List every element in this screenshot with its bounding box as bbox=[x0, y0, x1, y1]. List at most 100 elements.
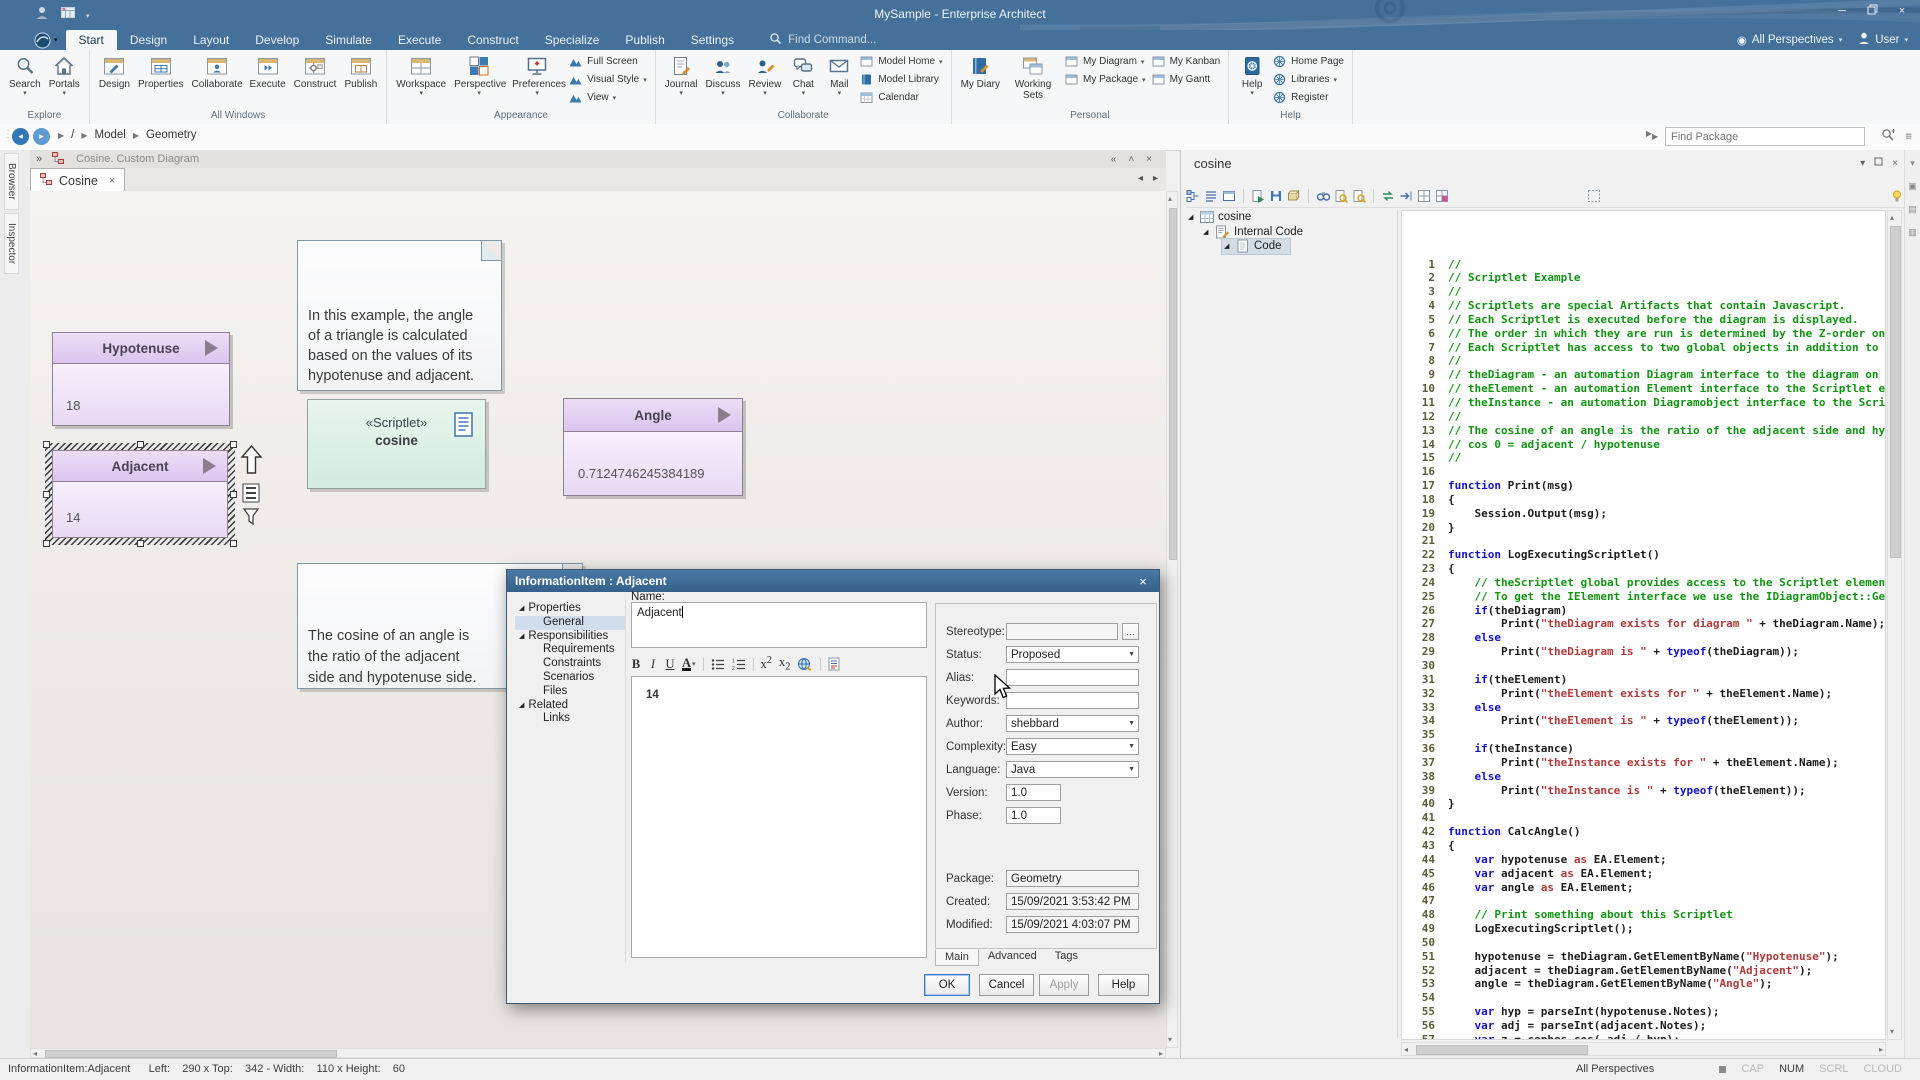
expand-icon[interactable]: ▶ bbox=[1652, 132, 1658, 141]
dock-panel-icon[interactable]: ▤ bbox=[1908, 204, 1917, 215]
field-input[interactable]: Geometry ▼ bbox=[1006, 870, 1139, 887]
resize-handle[interactable] bbox=[230, 540, 237, 547]
tab-scroll-left-icon[interactable]: ◂ bbox=[1138, 173, 1143, 184]
panel-restore-icon[interactable] bbox=[1874, 157, 1883, 169]
apply-button[interactable]: Apply bbox=[1039, 974, 1089, 996]
ribbon-button[interactable]: Perspective ▾ bbox=[450, 52, 508, 99]
ribbon-tab[interactable]: Specialize bbox=[532, 30, 613, 50]
toolbar-icon[interactable] bbox=[1186, 189, 1200, 203]
element-angle[interactable]: Angle 0.7124746245384189 bbox=[563, 398, 743, 496]
ribbon-menu-item[interactable]: View ▾ bbox=[569, 90, 647, 105]
close-icon[interactable]: × bbox=[1146, 154, 1152, 165]
toolbar-icon[interactable] bbox=[1316, 189, 1330, 203]
field-input[interactable]: 1.0 ▼ bbox=[1006, 807, 1061, 824]
dock-panel-icon[interactable]: ▥ bbox=[1908, 227, 1917, 238]
ribbon-menu-item[interactable]: Model Library ▾ bbox=[860, 72, 942, 87]
ribbon-menu-item[interactable]: Register ▾ bbox=[1273, 90, 1344, 105]
toolbar-icon[interactable] bbox=[1352, 189, 1366, 203]
restore-button[interactable] bbox=[1864, 4, 1880, 18]
chevrons-icon[interactable]: » bbox=[36, 153, 42, 165]
forward-button[interactable]: ▸ bbox=[33, 128, 50, 145]
cancel-button[interactable]: Cancel bbox=[979, 974, 1034, 996]
code-editor[interactable]: 1//2// Scriptlet Example3//4// Scriptlet… bbox=[1401, 210, 1886, 1040]
menu-icon[interactable]: ≡ bbox=[1905, 131, 1912, 143]
toolbar-icon[interactable] bbox=[1381, 189, 1395, 203]
user-menu[interactable]: User ▾ bbox=[1858, 32, 1908, 48]
dock-tab[interactable]: Browser bbox=[4, 153, 19, 210]
ribbon-tab[interactable]: Publish bbox=[612, 30, 677, 50]
format-icon[interactable]: 12 bbox=[732, 658, 746, 671]
editor-horizontal-scrollbar[interactable]: ◂ ▸ bbox=[1401, 1042, 1886, 1056]
format-icon[interactable] bbox=[703, 658, 704, 671]
ribbon-button[interactable]: Preferences ▾ bbox=[508, 52, 566, 99]
ribbon-tab[interactable]: Construct bbox=[454, 30, 531, 50]
field-input[interactable]: ▼ bbox=[1006, 623, 1118, 640]
field-input[interactable]: Easy ▼ bbox=[1006, 738, 1139, 755]
browse-button[interactable]: … bbox=[1122, 623, 1139, 640]
ribbon-tab[interactable]: Start bbox=[66, 30, 117, 50]
dock-pin-icon[interactable]: ▾ bbox=[1910, 158, 1915, 169]
tab-scroll-right-icon[interactable]: ▸ bbox=[1153, 173, 1158, 184]
dialog-tree-item[interactable]: Scenarios bbox=[515, 671, 625, 685]
dialog-tab[interactable]: Main bbox=[935, 949, 979, 966]
toolbar-icon[interactable] bbox=[1417, 189, 1431, 203]
ribbon-button[interactable]: Design ▾ bbox=[95, 52, 134, 92]
dock-tab[interactable]: Inspector bbox=[4, 213, 19, 274]
dialog-tab[interactable]: Tags bbox=[1046, 949, 1087, 964]
tree-item[interactable]: ◢ Internal Code bbox=[1201, 225, 1311, 240]
ribbon-tab[interactable]: Design bbox=[117, 30, 180, 50]
dialog-tree-item[interactable]: Links bbox=[515, 712, 625, 726]
ribbon-menu-item[interactable]: Libraries ▾ bbox=[1273, 72, 1344, 87]
field-input[interactable]: 15/09/2021 4:03:07 PM ▼ bbox=[1006, 916, 1139, 933]
ribbon-tab[interactable]: Simulate bbox=[312, 30, 385, 50]
expander-icon[interactable]: ◢ bbox=[1224, 242, 1232, 250]
format-icon[interactable]: x2 bbox=[779, 655, 790, 673]
note-element[interactable]: In this example, the angle of a triangle… bbox=[297, 240, 502, 391]
dialog-tab[interactable]: Advanced bbox=[979, 949, 1046, 964]
selection-frame[interactable]: Adjacent 14 bbox=[45, 443, 235, 545]
close-tab-icon[interactable]: × bbox=[109, 175, 115, 187]
field-input[interactable]: ▼ bbox=[1006, 669, 1139, 686]
dropdown-arrow-icon[interactable]: ▼ bbox=[1128, 720, 1135, 727]
quicklinker-list-icon[interactable] bbox=[240, 483, 262, 508]
resize-handle[interactable] bbox=[43, 441, 50, 448]
find-command[interactable]: Find Command... bbox=[769, 30, 876, 50]
resize-handle[interactable] bbox=[230, 441, 237, 448]
ribbon-button[interactable]: Properties ▾ bbox=[134, 52, 188, 92]
search-package-icon[interactable] bbox=[1881, 128, 1895, 145]
format-icon[interactable] bbox=[828, 657, 840, 671]
toolbar-icon[interactable] bbox=[1435, 189, 1449, 203]
ribbon-tab[interactable]: Settings bbox=[678, 30, 747, 50]
dialog-tree-item[interactable]: General bbox=[515, 616, 625, 630]
ribbon-button[interactable]: Collaborate ▾ bbox=[188, 52, 246, 92]
format-icon[interactable] bbox=[820, 658, 821, 671]
ribbon-menu-item[interactable]: Calendar ▾ bbox=[860, 90, 942, 105]
dialog-tree-item[interactable]: ◢ Properties bbox=[515, 602, 625, 616]
ribbon-menu-item[interactable]: Model Home ▾ bbox=[860, 54, 942, 69]
expander-icon[interactable]: ◢ bbox=[1203, 228, 1211, 236]
format-icon[interactable] bbox=[711, 658, 725, 671]
diagram-tab[interactable]: Cosine × bbox=[30, 168, 125, 192]
resize-handle[interactable] bbox=[43, 491, 50, 498]
dialog-tree-item[interactable]: ◢ Responsibilities bbox=[515, 630, 625, 644]
dialog-tree-item[interactable]: Constraints bbox=[515, 657, 625, 671]
ok-button[interactable]: OK bbox=[924, 974, 970, 996]
ribbon-menu-item[interactable]: My Gantt ▾ bbox=[1152, 72, 1221, 87]
ribbon-button[interactable]: Chat ▾ bbox=[785, 52, 821, 99]
ribbon-button[interactable]: Construct ▾ bbox=[290, 52, 341, 92]
format-icon[interactable]: x2 bbox=[761, 655, 772, 672]
ribbon-menu-item[interactable]: Home Page ▾ bbox=[1273, 54, 1344, 69]
expander-icon[interactable]: ◢ bbox=[1188, 213, 1196, 221]
breadcrumb-item[interactable]: / bbox=[71, 129, 74, 141]
ribbon-button[interactable]: Search ▾ bbox=[5, 52, 45, 99]
vertical-scrollbar[interactable]: ▴ ▾ bbox=[1166, 191, 1178, 1048]
dropdown-arrow-icon[interactable]: ▼ bbox=[1128, 743, 1135, 750]
name-input[interactable]: Adjacent bbox=[631, 602, 927, 648]
editor-vertical-scrollbar[interactable]: ▴ ▾ bbox=[1887, 210, 1902, 1040]
toolbar-icon[interactable] bbox=[1334, 189, 1348, 203]
help-button[interactable]: Help bbox=[1098, 974, 1149, 996]
toolbar-icon[interactable] bbox=[1269, 189, 1283, 203]
ribbon-button[interactable]: Review ▾ bbox=[745, 52, 786, 99]
dialog-tree-item[interactable]: Files bbox=[515, 685, 625, 699]
element-adjacent[interactable]: Adjacent 14 bbox=[52, 450, 228, 538]
